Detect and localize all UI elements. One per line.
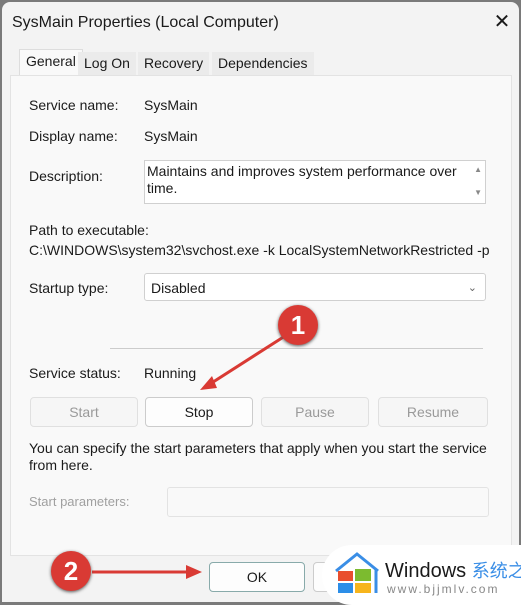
watermark-brand: Windows xyxy=(385,560,467,582)
annotation-arrows xyxy=(92,334,286,579)
step-2-badge: 2 xyxy=(51,551,91,591)
step-1-badge: 1 xyxy=(278,305,318,345)
arrow-1-head xyxy=(200,376,217,390)
watermark-url: www.bjjmlv.com xyxy=(387,582,500,596)
arrow-1 xyxy=(209,334,286,386)
watermark-suffix: 系统之家 xyxy=(471,561,521,581)
watermark: Windows 系统之家 www.bjjmlv.com xyxy=(322,545,521,605)
arrow-2-head xyxy=(186,565,202,579)
windows-logo-icon xyxy=(335,552,379,593)
